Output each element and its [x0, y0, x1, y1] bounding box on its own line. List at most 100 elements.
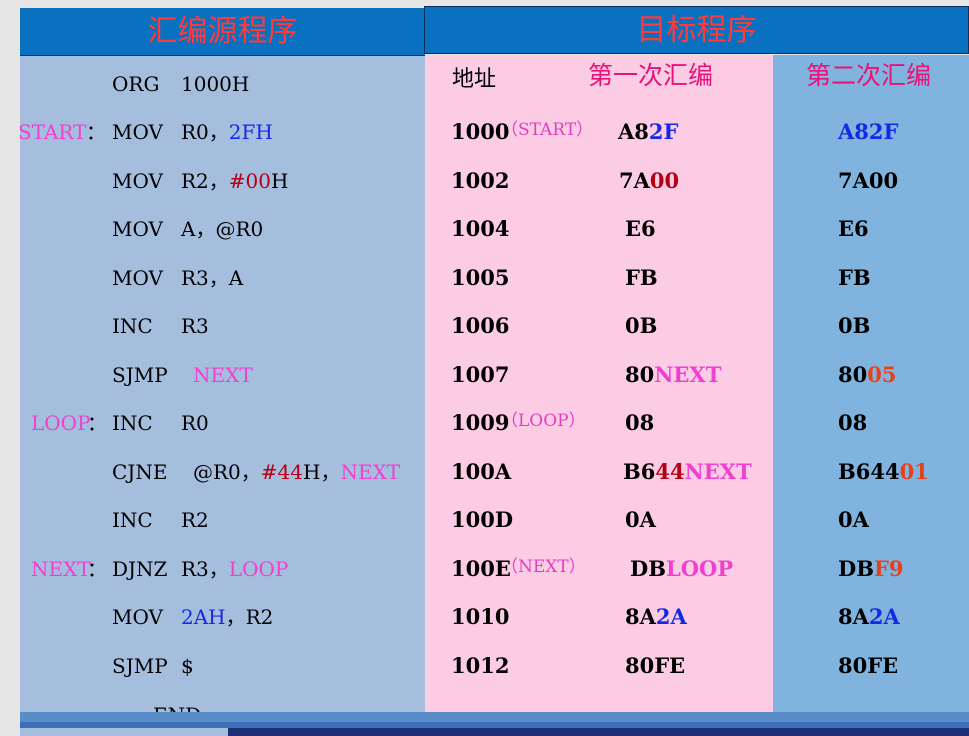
- address-cell: 1012: [451, 652, 510, 678]
- first-pass-code: 0B: [625, 314, 657, 338]
- segment: E6: [838, 216, 869, 241]
- first-pass-code: 7A00: [619, 167, 680, 193]
- operands: NEXT: [193, 363, 253, 387]
- first-pass-code: 80FE: [625, 652, 686, 678]
- footer-band-3: [228, 728, 969, 736]
- first-pass-code: A82F: [618, 120, 678, 144]
- segment: 2AH: [181, 605, 226, 629]
- opcode: MOV: [112, 168, 163, 193]
- opcode: MOV: [112, 120, 163, 144]
- segment: NEXT: [684, 458, 752, 484]
- address-cell: 1007: [451, 361, 510, 387]
- segment: 7A00: [838, 167, 899, 193]
- segment: A8: [618, 119, 649, 144]
- first-pass-col-head: 第一次汇编: [588, 61, 714, 90]
- segment: $: [181, 653, 194, 678]
- segment: @R0，: [193, 459, 261, 484]
- segment: E6: [625, 216, 656, 241]
- second-pass-code: 0A: [838, 508, 869, 532]
- second-pass-code: 0B: [838, 314, 870, 338]
- segment: R2: [181, 508, 209, 532]
- segment: R3: [181, 314, 209, 338]
- opcode: CJNE: [112, 459, 168, 484]
- label-colon: ：: [86, 120, 106, 144]
- opcode: SJMP: [112, 653, 168, 678]
- segment: 2FH: [228, 120, 273, 144]
- second-pass-code: B64401: [838, 458, 929, 484]
- second-pass-col-head: 第二次汇编: [806, 61, 932, 90]
- segment: 2F: [648, 119, 679, 144]
- address-cell: 1004: [451, 216, 510, 241]
- segment: B6: [623, 458, 656, 484]
- source-label: START: [18, 120, 87, 144]
- source-header: 汇编源程序: [20, 8, 425, 56]
- segment: A82F: [838, 119, 899, 144]
- segment: 00: [649, 167, 680, 193]
- segment: 0B: [625, 313, 658, 338]
- operands: R0，2FH: [181, 120, 273, 144]
- segment: B644: [838, 458, 900, 484]
- segment: R3，A: [181, 265, 244, 290]
- address-cell: 100D: [451, 507, 514, 532]
- first-pass-code: FB: [625, 264, 658, 290]
- first-pass-code: E6: [625, 217, 656, 241]
- segment: 2A: [868, 604, 900, 629]
- address-label-tag: （NEXT）: [501, 556, 586, 577]
- second-pass-code: E6: [838, 217, 869, 241]
- segment: 2A: [655, 604, 687, 629]
- segment: 0A: [838, 507, 869, 532]
- opcode: INC: [112, 314, 153, 338]
- segment: F9: [873, 555, 904, 581]
- operands: R2，#00H: [181, 169, 288, 193]
- segment: FB: [838, 264, 871, 290]
- opcode: MOV: [112, 265, 163, 290]
- address-col-head: 地址: [452, 67, 497, 92]
- org-directive: ORG: [112, 72, 160, 96]
- address-cell: 1005: [451, 264, 510, 290]
- opcode: DJNZ: [112, 556, 168, 581]
- first-pass-code: B644NEXT: [623, 458, 752, 484]
- operands: A，@R0: [181, 217, 263, 241]
- segment: A，@R0: [181, 217, 264, 241]
- opcode: INC: [112, 508, 153, 532]
- footer-band: [20, 712, 969, 722]
- segment: 44: [655, 458, 685, 484]
- object-title: 目标程序: [636, 13, 757, 48]
- source-panel: [20, 55, 425, 736]
- operands: @R0，#44H，NEXT: [193, 460, 400, 484]
- source-label: LOOP: [31, 411, 91, 435]
- second-pass-panel: [773, 55, 969, 736]
- segment: 0A: [625, 507, 656, 532]
- segment: 8A: [838, 604, 869, 629]
- segment: 08: [838, 410, 868, 435]
- label-colon: ：: [87, 556, 107, 581]
- first-pass-code: DBLOOP: [630, 555, 734, 581]
- address-label-tag: （START）: [501, 120, 594, 140]
- segment: R3，: [181, 556, 229, 581]
- segment: DB: [630, 555, 666, 581]
- segment: NEXT: [193, 362, 253, 387]
- segment: DB: [838, 555, 874, 581]
- segment: H，: [303, 459, 341, 484]
- segment: FB: [625, 264, 658, 290]
- segment: 80FE: [625, 652, 686, 678]
- operands: R0: [181, 411, 209, 435]
- segment: NEXT: [340, 459, 401, 484]
- segment: R0，: [181, 120, 229, 144]
- second-pass-code: 8A2A: [838, 605, 900, 629]
- address-cell: 100A: [451, 458, 512, 484]
- source-title: 汇编源程序: [147, 14, 298, 49]
- operands: R3，A: [181, 266, 243, 290]
- operands: R3: [181, 314, 209, 338]
- operands: R3，LOOP: [181, 557, 288, 581]
- opcode: SJMP: [112, 362, 168, 387]
- segment: 08: [625, 410, 655, 435]
- segment: LOOP: [665, 555, 734, 581]
- opcode: INC: [112, 411, 153, 435]
- segment: NEXT: [654, 361, 722, 387]
- segment: 01: [899, 458, 929, 484]
- opcode: MOV: [112, 217, 163, 241]
- first-pass-code: 0A: [625, 508, 656, 532]
- second-pass-code: DBF9: [838, 555, 904, 581]
- operands: R2: [181, 508, 209, 532]
